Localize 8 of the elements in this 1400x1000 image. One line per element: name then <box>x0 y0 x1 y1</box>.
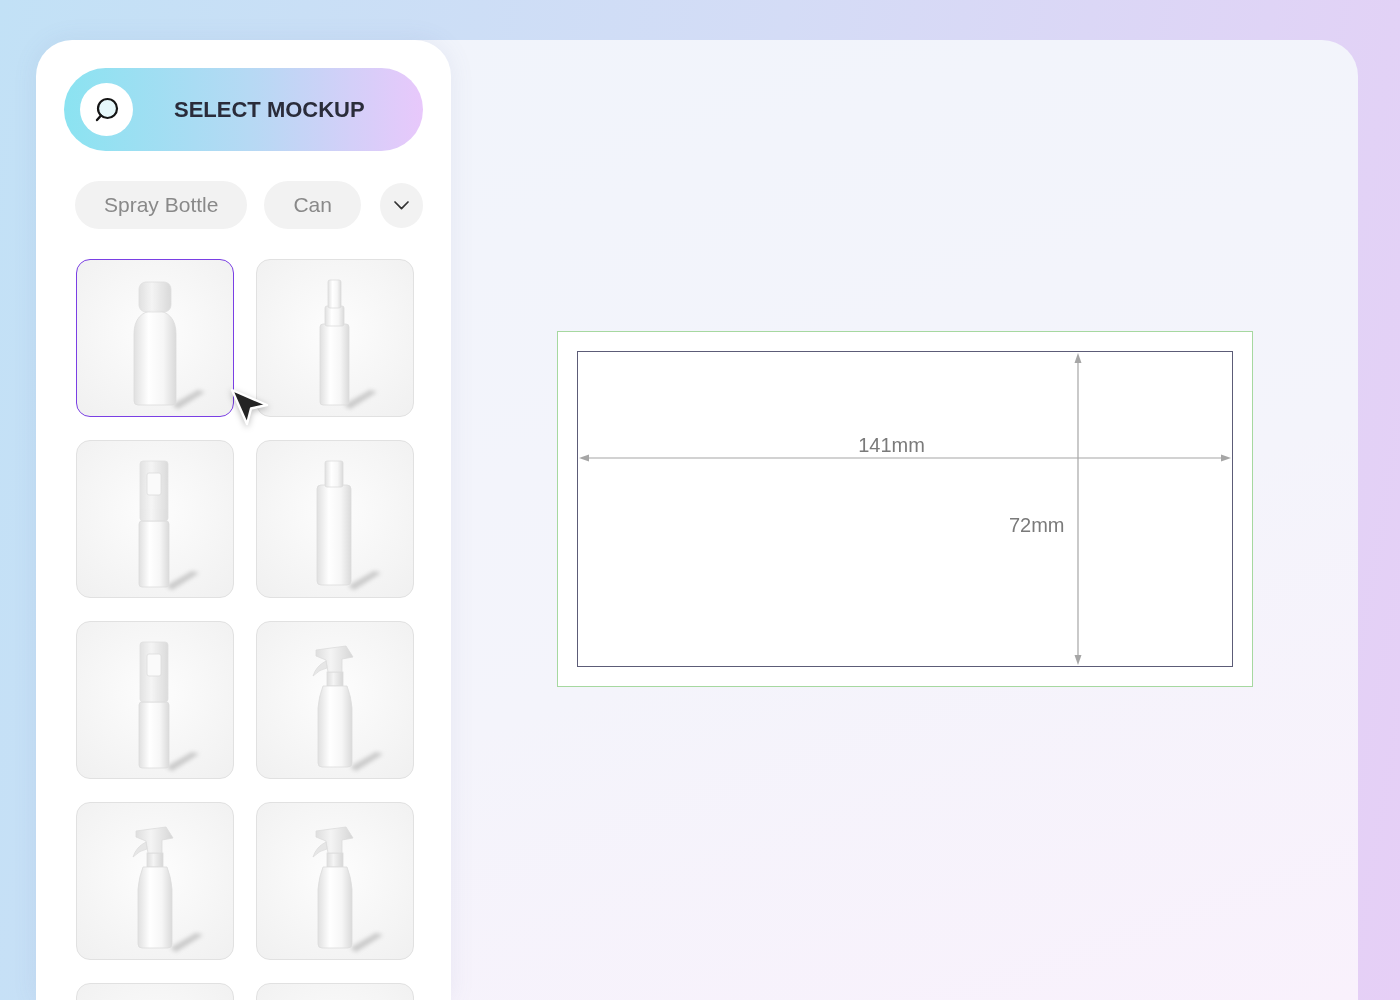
width-dimension-label: 141mm <box>858 433 925 457</box>
select-mockup-button[interactable]: SELECT MOCKUP <box>64 68 423 151</box>
filter-chip[interactable]: Can <box>264 181 361 229</box>
mockup-thumbnail[interactable] <box>76 259 234 417</box>
height-dimension-label: 72mm <box>1008 513 1065 537</box>
search-icon <box>80 83 133 136</box>
chevron-down-icon <box>393 200 409 210</box>
filter-chip[interactable]: Spray Bottle <box>75 181 248 229</box>
